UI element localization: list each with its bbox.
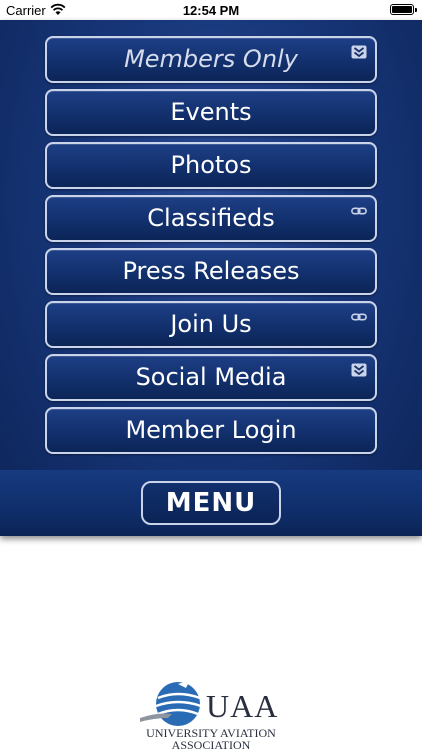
- menu-item-members-only[interactable]: Members Only: [45, 36, 377, 83]
- battery-icon: [390, 4, 417, 15]
- chevron-double-down-icon: [351, 363, 367, 377]
- menu-item-label: Member Login: [125, 416, 297, 444]
- menu-button[interactable]: MENU: [141, 481, 281, 525]
- menu-item-member-login[interactable]: Member Login: [45, 407, 377, 454]
- bottom-bar: MENU: [0, 470, 422, 536]
- menu-list: Members Only Events Photos Classifieds P…: [45, 36, 377, 460]
- menu-item-label: Social Media: [135, 363, 287, 391]
- menu-item-label: Press Releases: [122, 257, 300, 285]
- menu-item-label: Members Only: [124, 45, 298, 73]
- status-time: 12:54 PM: [182, 3, 240, 18]
- link-icon: [351, 313, 367, 321]
- status-bar: Carrier 12:54 PM: [0, 0, 422, 20]
- link-icon: [351, 207, 367, 215]
- chevron-double-down-icon: [351, 45, 367, 59]
- menu-item-photos[interactable]: Photos: [45, 142, 377, 189]
- menu-item-label: Events: [170, 98, 252, 126]
- globe-logo-icon: [140, 680, 202, 726]
- menu-item-social-media[interactable]: Social Media: [45, 354, 377, 401]
- menu-panel: Members Only Events Photos Classifieds P…: [0, 20, 422, 536]
- menu-item-classifieds[interactable]: Classifieds: [45, 195, 377, 242]
- logo-acronym: UAA: [206, 688, 279, 724]
- menu-item-events[interactable]: Events: [45, 89, 377, 136]
- menu-item-join-us[interactable]: Join Us: [45, 301, 377, 348]
- logo-line-2: ASSOCIATION: [171, 738, 251, 750]
- uaa-logo: UAA UNIVERSITY AVIATION ASSOCIATION: [138, 674, 284, 750]
- menu-item-press-releases[interactable]: Press Releases: [45, 248, 377, 295]
- menu-item-label: Classifieds: [147, 204, 275, 232]
- menu-item-label: Photos: [170, 151, 252, 179]
- menu-item-label: Join Us: [170, 310, 252, 338]
